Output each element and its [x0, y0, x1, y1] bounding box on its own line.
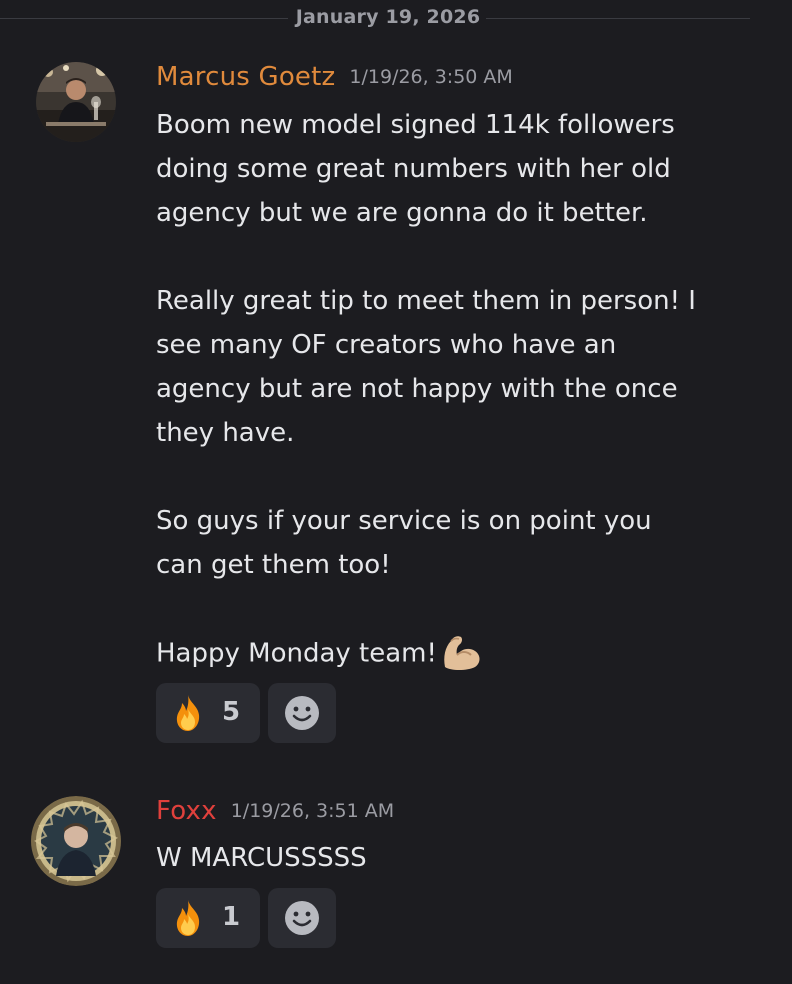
flexed-biceps-emoji — [439, 627, 485, 673]
timestamp: 1/19/26, 3:50 AM — [349, 66, 513, 88]
avatar[interactable] — [30, 796, 122, 886]
divider-line — [486, 18, 750, 19]
add-reaction-button[interactable] — [268, 683, 336, 743]
message-line: So guys if your service is on point you — [156, 506, 652, 536]
chat-page: January 19, 2026 Marcus Goetz 1/19/26, 3:… — [0, 0, 792, 984]
message-header: Foxx 1/19/26, 3:51 AM — [156, 796, 394, 826]
reaction-fire-button[interactable]: 5 — [156, 683, 260, 743]
reaction-fire-button[interactable]: 1 — [156, 888, 260, 948]
username[interactable]: Marcus Goetz — [156, 62, 335, 92]
message-header: Marcus Goetz 1/19/26, 3:50 AM — [156, 62, 513, 92]
message-content: W MARCUSSSSS — [156, 836, 756, 880]
fire-emoji — [168, 693, 208, 733]
message-line: agency but are not happy with the once — [156, 374, 678, 404]
date-divider: January 19, 2026 — [0, 0, 792, 38]
fire-emoji — [168, 898, 208, 938]
message-line: Happy Monday team! — [156, 638, 437, 669]
timestamp: 1/19/26, 3:51 AM — [230, 800, 395, 822]
reaction-count: 1 — [222, 902, 241, 932]
message-line: doing some great numbers with her old — [156, 154, 671, 184]
message-line: see many OF creators who have an — [156, 330, 617, 360]
username[interactable]: Foxx — [156, 796, 217, 826]
message-line: W MARCUSSSSS — [156, 843, 367, 873]
smiley-icon — [284, 695, 320, 731]
message-content: Boom new model signed 114k followers doi… — [156, 103, 756, 677]
add-reaction-button[interactable] — [268, 888, 336, 948]
message-line: they have. — [156, 418, 295, 448]
smiley-icon — [284, 900, 320, 936]
reaction-count: 5 — [222, 697, 241, 727]
message-line: can get them too! — [156, 550, 391, 580]
message-line-with-emoji: Happy Monday team! — [156, 631, 756, 677]
date-divider-label: January 19, 2026 — [295, 6, 481, 28]
message-line: agency but we are gonna do it better. — [156, 198, 648, 228]
avatar[interactable] — [36, 62, 116, 142]
message-line: Really great tip to meet them in person!… — [156, 286, 696, 316]
message-line: Boom new model signed 114k followers — [156, 110, 675, 140]
divider-line — [0, 18, 288, 19]
